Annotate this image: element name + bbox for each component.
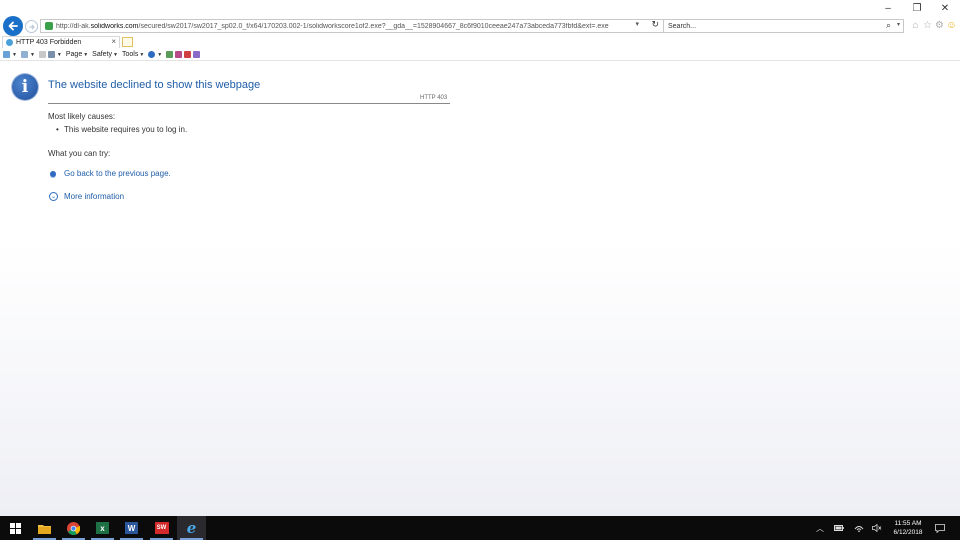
navigation-bar: http://dl-ak.solidworks.com/secured/sw20… [0,16,960,36]
tab-close-icon[interactable]: × [111,37,116,46]
taskbar-file-explorer[interactable] [30,516,59,540]
clock-date: 6/12/2018 [893,529,923,536]
address-input[interactable]: http://dl-ak.solidworks.com/secured/sw20… [40,19,664,33]
show-hidden-icons-chevron-icon[interactable]: ︿ [814,516,826,540]
restore-icon: ❐ [912,2,922,14]
solidworks-letters: SW [156,525,167,531]
search-input[interactable]: Search... ⌕ ▾ [664,19,904,33]
back-button[interactable] [3,16,23,36]
windows-logo-icon [10,522,21,534]
cause-list-item: This website requires you to log in. [56,125,187,134]
forward-button[interactable] [25,20,38,33]
tab-http-403[interactable]: HTTP 403 Forbidden × [2,36,120,48]
excel-letter: x [100,523,105,533]
tab-strip: HTTP 403 Forbidden × [0,36,960,48]
close-icon: ✕ [940,2,950,14]
more-information-link[interactable]: More information [64,192,124,201]
taskbar-internet-explorer[interactable]: e [177,516,206,540]
search-placeholder: Search... [668,22,697,30]
feedback-smiley-icon[interactable]: ☺ [946,20,957,31]
title-bar: – ❐ ✕ [0,0,960,16]
url-domain: solidworks.com [90,22,139,30]
favorites-bar-icon[interactable] [3,51,10,58]
chevron-down-icon: ▼ [113,51,118,58]
excel-icon: x [96,522,109,534]
refresh-icon[interactable]: ↻ [651,19,659,30]
expand-chevron-icon[interactable]: ⌄ [49,192,58,201]
page-menu[interactable]: Page [66,51,82,58]
system-clock[interactable]: 11:55 AM 6/12/2018 [884,519,932,537]
go-back-row: Go back to the previous page. [50,169,171,178]
battery-icon[interactable] [832,516,846,540]
heading-divider [48,103,450,104]
bullet-icon [50,170,56,177]
feeds-icon[interactable] [20,51,28,58]
forward-arrow-icon [29,24,35,29]
addon-icon[interactable] [184,51,192,58]
word-letter: W [127,523,136,533]
chevron-down-icon: ▼ [139,51,145,58]
solidworks-icon: SW [154,522,169,534]
tab-favicon-icon [6,39,13,46]
safety-menu[interactable]: Safety [92,51,112,58]
addon-icon[interactable] [175,51,183,58]
restore-button[interactable]: ❐ [903,0,931,16]
minimize-icon: – [885,2,891,14]
url-path: /secured/sw2017/sw2017_sp02.0_f/x64/1702… [138,22,609,30]
search-icon[interactable]: ⌕ [886,20,891,31]
home-icon[interactable]: ⌂ [910,20,921,31]
address-dropdown-icon[interactable]: ▾ [635,20,639,28]
chevron-down-icon: ▼ [56,51,62,58]
print-icon[interactable] [47,51,55,58]
internet-explorer-icon: e [186,519,197,537]
taskbar-solidworks[interactable]: SW [147,516,176,540]
info-icon: i [12,74,38,100]
clock-time: 11:55 AM [894,520,922,527]
tab-title: HTTP 403 Forbidden [16,39,82,46]
try-heading: What you can try: [48,149,111,158]
chevron-down-icon: ▼ [157,51,163,58]
addon-icon[interactable] [166,51,174,58]
chrome-icon [67,521,80,535]
favorites-star-icon[interactable]: ☆ [922,20,933,31]
more-info-row[interactable]: ⌄ More information [49,192,124,201]
mail-icon[interactable] [38,51,46,58]
http-status-code: HTTP 403 [420,95,448,101]
causes-heading: Most likely causes: [48,112,116,121]
go-back-link[interactable]: Go back to the previous page. [64,169,171,178]
url-prefix: http://dl-ak. [56,22,91,30]
taskbar-chrome[interactable] [59,516,88,540]
new-tab-button[interactable] [122,37,133,47]
command-bar: ▼ ▼ ▼ Page ▼ Safety ▼ Tools ▼ ▼ [0,49,960,61]
close-window-button[interactable]: ✕ [931,0,959,16]
url-text: http://dl-ak.solidworks.com/secured/sw20… [56,23,609,30]
addon-icon[interactable] [193,51,201,58]
settings-gear-icon[interactable]: ⚙ [934,20,945,31]
chevron-down-icon: ▼ [83,51,89,58]
action-center-icon[interactable] [932,516,948,540]
wifi-icon[interactable] [852,516,866,540]
chevron-down-icon: ▼ [12,51,17,58]
page-content: i The website declined to show this webp… [0,62,960,516]
back-arrow-icon [8,21,18,31]
help-icon[interactable] [148,51,156,58]
word-icon: W [125,522,138,534]
search-dropdown-icon[interactable]: ▾ [897,21,900,28]
start-button[interactable] [1,516,30,540]
site-favicon-icon [45,22,53,30]
taskbar: x W SW e ︿ 11:55 AM 6/12/2018 [0,516,960,540]
folder-icon [38,524,51,534]
taskbar-word[interactable]: W [117,516,146,540]
volume-muted-icon[interactable] [870,516,884,540]
tools-menu[interactable]: Tools [122,51,138,58]
page-title: The website declined to show this webpag… [48,79,261,91]
minimize-button[interactable]: – [874,0,902,16]
taskbar-excel[interactable]: x [88,516,117,540]
chevron-down-icon: ▼ [29,51,35,58]
